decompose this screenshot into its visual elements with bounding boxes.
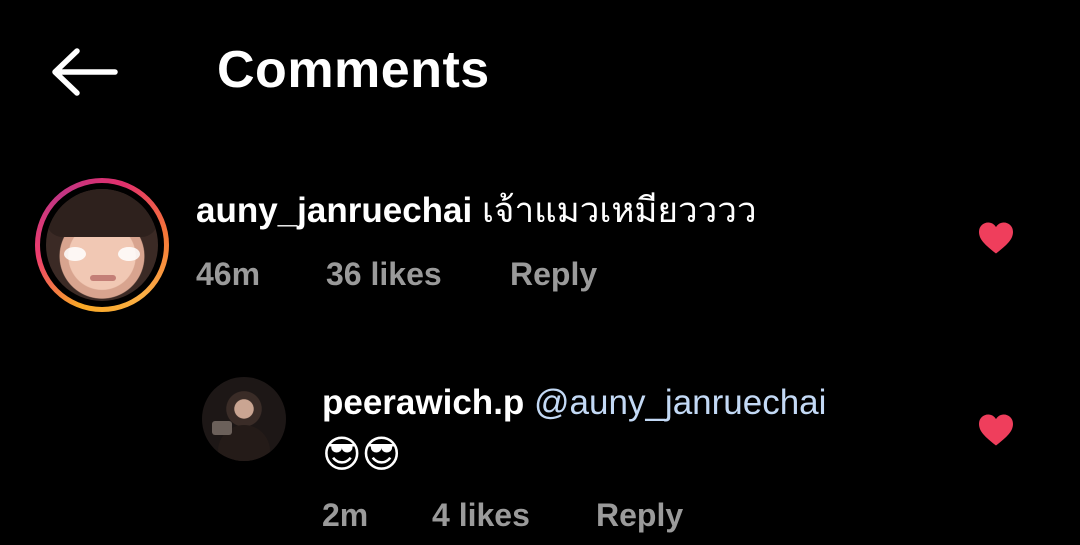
comment-text: เจ้าแมวเหมียวววว <box>481 191 757 230</box>
comment-meta: 2m 4 likes Reply <box>322 495 742 535</box>
page-title: Comments <box>217 41 490 99</box>
comment-body: auny_janruechai เจ้าแมวเหมียวววว <box>196 189 757 233</box>
reply-button[interactable]: Reply <box>510 254 597 294</box>
arrow-left-icon <box>52 48 118 96</box>
like-button[interactable] <box>974 410 1018 450</box>
heart-icon <box>979 222 1013 254</box>
comment-meta: 46m 36 likes Reply <box>196 254 616 294</box>
comment-likes[interactable]: 36 likes <box>326 254 442 294</box>
comment-time: 46m <box>196 256 261 292</box>
comments-screen: Comments auny_janruechai เจ้าแมวเหมียววว… <box>0 0 1080 545</box>
comment-likes[interactable]: 4 likes <box>432 495 530 535</box>
avatar-story-ring[interactable] <box>35 178 169 312</box>
comment-emoji: 😎😎 <box>322 434 402 476</box>
reply-button[interactable]: Reply <box>596 495 683 535</box>
mention-link[interactable]: @auny_janruechai <box>534 383 826 422</box>
avatar[interactable] <box>202 377 286 461</box>
avatar <box>46 189 158 301</box>
comment-body: peerawich.p @auny_janruechai <box>322 381 826 425</box>
comment-username[interactable]: peerawich.p <box>322 383 524 422</box>
comment-username[interactable]: auny_janruechai <box>196 191 472 230</box>
back-button[interactable] <box>44 40 124 104</box>
like-button[interactable] <box>974 218 1018 258</box>
comment-time: 2m <box>322 497 369 533</box>
heart-icon <box>979 414 1013 446</box>
